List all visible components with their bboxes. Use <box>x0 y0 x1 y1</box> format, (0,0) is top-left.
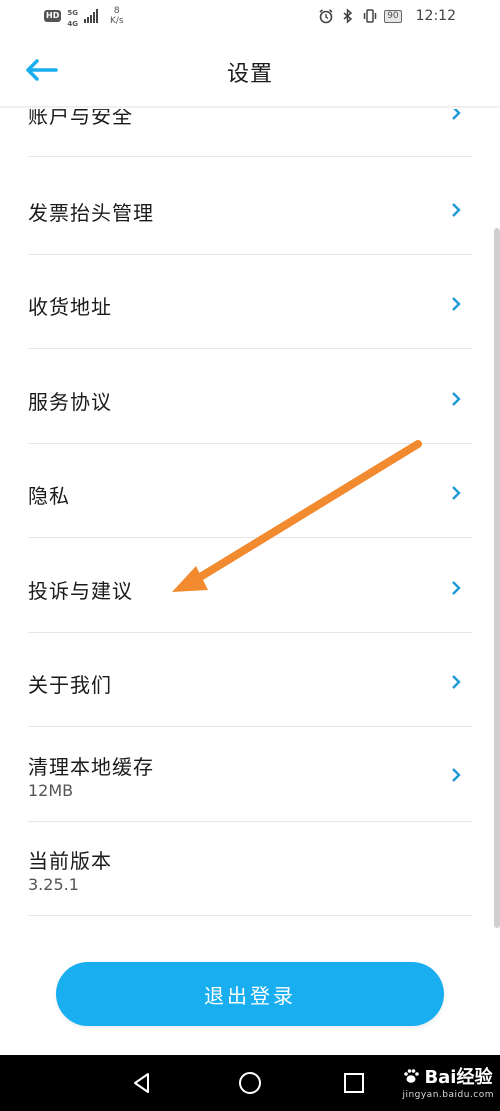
nav-home-icon[interactable] <box>238 1071 262 1095</box>
alarm-icon <box>319 9 333 24</box>
settings-item-label: 投诉与建议 <box>28 579 133 603</box>
settings-list: 账户与安全 发票抬头管理 收货地址 服务协议 隐私 投诉与建议 关于我们 清理本… <box>0 106 500 956</box>
settings-item-about-us[interactable]: 关于我们 <box>28 632 472 727</box>
system-nav-bar: Bai经验 jingyan.baidu.com <box>0 1055 500 1111</box>
settings-item-invoice-title[interactable]: 发票抬头管理 <box>28 160 472 255</box>
vibrate-icon <box>363 9 377 23</box>
version-number: 3.25.1 <box>28 875 79 894</box>
settings-item-complaints-suggestions[interactable]: 投诉与建议 <box>28 538 472 633</box>
settings-item-label: 账户与安全 <box>28 106 133 128</box>
status-bar: HD 5G 4G 8 K/s 90 12:12 <box>0 0 500 36</box>
battery-icon: 90 <box>384 9 402 23</box>
network-speed-unit: K/s <box>109 16 124 26</box>
app-header: 设置 <box>0 36 500 106</box>
settings-item-shipping-address[interactable]: 收货地址 <box>28 254 472 349</box>
hd-badge: HD <box>44 10 62 22</box>
chevron-right-icon <box>452 675 461 689</box>
network-speed-value: 8 <box>113 6 120 16</box>
settings-item-label: 隐私 <box>28 484 70 508</box>
settings-item-label: 当前版本 <box>28 849 112 873</box>
watermark-url: jingyan.baidu.com <box>402 1090 494 1100</box>
clock: 12:12 <box>415 8 456 24</box>
nav-back-icon[interactable] <box>130 1071 154 1095</box>
network-speed: 8 K/s <box>110 6 124 26</box>
network-type-bottom: 4G <box>67 20 78 28</box>
settings-item-clear-cache[interactable]: 清理本地缓存 12MB <box>28 727 472 822</box>
signal-strength-icon <box>83 9 98 23</box>
settings-item-label: 清理本地缓存 <box>28 755 154 779</box>
paw-logo-icon <box>404 1069 420 1083</box>
cache-size: 12MB <box>28 781 74 800</box>
status-right: 90 12:12 <box>318 8 456 24</box>
chevron-right-icon <box>452 768 461 782</box>
header-divider <box>0 106 500 109</box>
chevron-right-icon <box>452 392 461 406</box>
chevron-right-icon <box>452 581 461 595</box>
nav-recent-apps-icon[interactable] <box>344 1073 364 1093</box>
bluetooth-icon <box>343 8 353 24</box>
chevron-right-icon <box>452 297 461 311</box>
network-type-top: 5G <box>67 9 78 17</box>
network-type: 5G 4G <box>67 6 78 28</box>
settings-item-current-version: 当前版本 3.25.1 <box>28 821 472 916</box>
logout-button[interactable]: 退出登录 <box>56 962 444 1026</box>
chevron-right-icon <box>452 486 461 500</box>
settings-item-label: 关于我们 <box>28 673 112 697</box>
watermark-brand: Bai经验 <box>424 1067 493 1088</box>
status-left: HD 5G 4G 8 K/s <box>44 6 124 28</box>
chevron-right-icon <box>452 203 461 217</box>
settings-item-service-agreement[interactable]: 服务协议 <box>28 349 472 444</box>
settings-item-label: 发票抬头管理 <box>28 201 154 225</box>
settings-item-label: 收货地址 <box>28 295 112 319</box>
scrollbar[interactable] <box>494 228 500 928</box>
page-title: 设置 <box>226 62 273 87</box>
baidu-jingyan-watermark: Bai经验 jingyan.baidu.com <box>402 1063 494 1100</box>
settings-item-label: 服务协议 <box>28 390 112 414</box>
settings-item-privacy[interactable]: 隐私 <box>28 443 472 538</box>
settings-item-account-security[interactable]: 账户与安全 <box>28 106 472 157</box>
